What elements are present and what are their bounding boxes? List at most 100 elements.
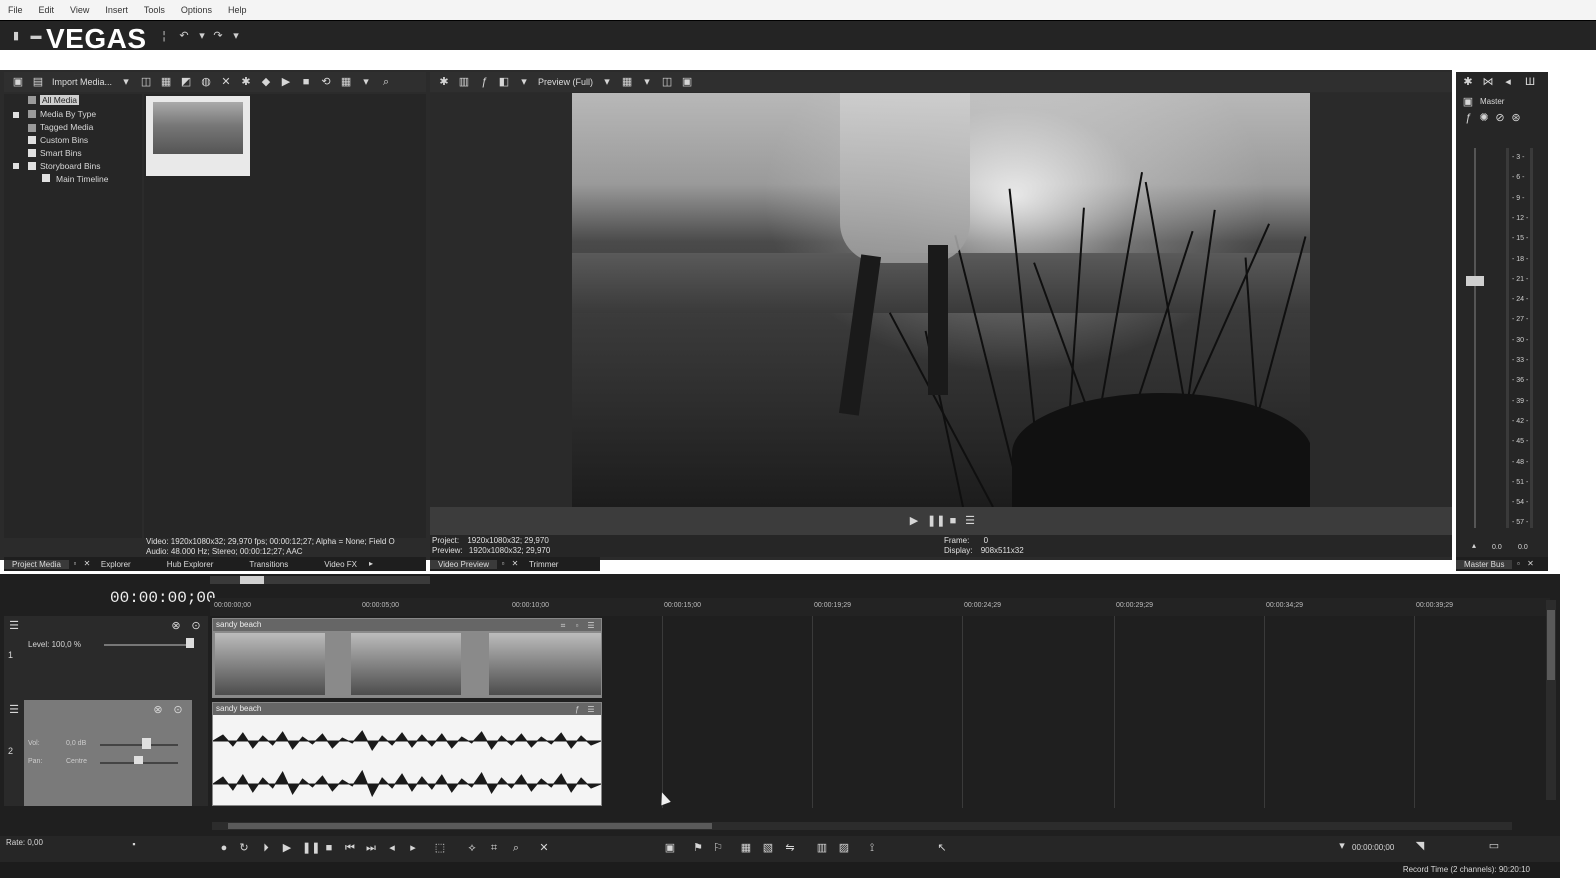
redo-dropdown-icon[interactable]: ▾ — [230, 30, 242, 42]
play-icon[interactable]: ▶ — [281, 842, 293, 854]
extract-audio-icon[interactable]: ◩ — [180, 76, 192, 88]
expand-toggle-icon[interactable] — [13, 112, 19, 118]
views-icon[interactable]: ▦ — [340, 76, 352, 88]
expand-toggle-icon[interactable] — [13, 163, 19, 169]
volume-slider-handle[interactable] — [142, 738, 151, 749]
menu-help[interactable]: Help — [228, 5, 247, 15]
overlays-dropdown-icon[interactable]: ▾ — [641, 76, 653, 88]
overlays-icon[interactable]: ▦ — [621, 76, 633, 88]
fx-icon[interactable]: ƒ — [571, 704, 583, 716]
speaker-icon[interactable]: ◂ — [1502, 76, 1514, 88]
split-screen-icon[interactable]: ◧ — [498, 76, 510, 88]
clip-menu-icon[interactable]: ☰ — [585, 704, 597, 716]
marker-icon[interactable]: ⚑ — [692, 842, 704, 854]
cursor-tool-icon[interactable]: ↖ — [936, 842, 948, 854]
close-icon[interactable]: ✕ — [509, 558, 521, 570]
save-snapshot-icon[interactable]: ▣ — [681, 76, 693, 88]
undo-icon[interactable]: ↶ — [178, 30, 190, 42]
level-slider-handle[interactable] — [186, 638, 194, 648]
media-view-icon[interactable]: ▣ — [12, 76, 24, 88]
preview-properties-icon[interactable]: ✱ — [438, 76, 450, 88]
properties-icon[interactable]: ✱ — [240, 76, 252, 88]
play-icon[interactable]: ▶ — [908, 515, 920, 527]
end-marker-icon[interactable]: ▾ — [1336, 840, 1348, 852]
web-icon[interactable]: ◍ — [200, 76, 212, 88]
stop-icon[interactable]: ■ — [323, 842, 335, 854]
new-file-icon[interactable]: ▮ — [10, 30, 22, 42]
delete-icon[interactable]: ✕ — [538, 842, 550, 854]
downmix-icon[interactable]: ⋈ — [1482, 76, 1494, 88]
video-clip[interactable]: sandy beach ⌗ ▫ ☰ — [212, 618, 602, 698]
loop-marker-icon[interactable]: ◥ — [1414, 840, 1426, 852]
redo-icon[interactable]: ↷ — [212, 30, 224, 42]
close-icon[interactable]: ✕ — [81, 558, 93, 570]
tree-item-smart-bins[interactable]: Smart Bins — [40, 148, 82, 158]
pan-slider-handle[interactable] — [134, 756, 143, 764]
lock-envelopes-icon[interactable]: ⟟ — [866, 842, 878, 854]
play-icon[interactable]: ▶ — [280, 76, 292, 88]
zoom-tool-icon[interactable]: ⌕ — [510, 842, 522, 854]
vertical-scrollbar-thumb[interactable] — [1547, 610, 1555, 680]
loop-icon[interactable]: ↻ — [238, 842, 250, 854]
tab-video-fx[interactable]: Video FX — [316, 560, 365, 569]
go-to-start-icon[interactable]: ⏮ — [344, 842, 356, 854]
solo-icon[interactable]: ⊛ — [1510, 112, 1522, 124]
menu-view[interactable]: View — [70, 5, 89, 15]
pause-icon[interactable]: ❚❚ — [302, 842, 320, 854]
menu-options[interactable]: Options — [181, 5, 212, 15]
vertical-scrollbar[interactable] — [1546, 600, 1556, 800]
go-to-end-icon[interactable]: ⏭ — [365, 842, 377, 854]
tabs-more-icon[interactable]: ▸ — [365, 558, 377, 570]
tab-project-media[interactable]: Project Media — [4, 559, 69, 569]
get-media-icon[interactable]: ▦ — [160, 76, 172, 88]
region-icon[interactable]: ⚐ — [712, 842, 724, 854]
track-menu-icon[interactable]: ☰ — [8, 704, 20, 716]
tab-hub-explorer[interactable]: Hub Explorer — [159, 560, 222, 569]
tab-video-preview[interactable]: Video Preview — [430, 559, 497, 569]
menu-insert[interactable]: Insert — [105, 5, 128, 15]
play-from-start-icon[interactable]: ⏵ — [260, 842, 272, 854]
preview-quality-select[interactable]: Preview (Full) — [538, 77, 593, 87]
mute-icon[interactable]: ⊗ — [152, 704, 164, 716]
timeline-ruler[interactable]: 00:00:00;00 00:00:05;00 00:00:10;00 00:0… — [210, 598, 1550, 616]
grouping-icon[interactable]: ▥ — [816, 842, 828, 854]
capture-icon[interactable]: ◫ — [140, 76, 152, 88]
auto-ripple-icon[interactable]: ▧ — [762, 842, 774, 854]
views-dropdown-icon[interactable]: ▾ — [360, 76, 372, 88]
timeline-scrollbar[interactable] — [212, 822, 1512, 830]
tree-item-tagged-media[interactable]: Tagged Media — [40, 122, 93, 132]
tree-item-storyboard-bins[interactable]: Storyboard Bins — [40, 161, 100, 171]
master-fader-handle[interactable] — [1466, 276, 1484, 286]
ignore-grouping-icon[interactable]: ▨ — [838, 842, 850, 854]
clip-menu-icon[interactable]: ☰ — [585, 620, 597, 632]
envelope-tool-icon[interactable]: ⟡ — [466, 842, 478, 854]
crossfade-icon[interactable]: ⇋ — [784, 842, 796, 854]
mute-icon[interactable]: ⊗ — [170, 620, 182, 632]
master-checkbox-icon[interactable]: ▣ — [1462, 96, 1474, 108]
mute-icon[interactable]: ⊘ — [1494, 112, 1506, 124]
tree-item-media-by-type[interactable]: Media By Type — [40, 109, 96, 119]
media-thumbnail[interactable] — [146, 96, 250, 176]
menu-icon[interactable]: ☰ — [964, 515, 976, 527]
split-dropdown-icon[interactable]: ▾ — [518, 76, 530, 88]
rate-slider-icon[interactable]: ▪ — [128, 838, 140, 850]
lock-icon[interactable]: ▴ — [1468, 540, 1480, 552]
selection-tool-icon[interactable]: ⌗ — [488, 842, 500, 854]
fx-icon[interactable]: ƒ — [1462, 112, 1474, 124]
undock-icon[interactable]: ▫ — [1512, 558, 1524, 570]
lock-icon[interactable]: ▣ — [664, 842, 676, 854]
timeline-overview-bar[interactable] — [210, 576, 430, 584]
record-icon[interactable]: ● — [218, 842, 230, 854]
fx-icon[interactable]: ◆ — [260, 76, 272, 88]
overview-viewport[interactable] — [240, 576, 264, 584]
autopreview-icon[interactable]: ⟲ — [320, 76, 332, 88]
tab-transitions[interactable]: Transitions — [241, 560, 296, 569]
tree-item-custom-bins[interactable]: Custom Bins — [40, 135, 88, 145]
tree-item-all-media[interactable]: All Media — [40, 95, 79, 105]
sun-icon[interactable]: ✺ — [1478, 112, 1490, 124]
gear-icon[interactable]: ✱ — [1462, 76, 1474, 88]
video-track-header[interactable]: ☰ 1 ⊗ ⊙ Level: 100,0 % — [4, 616, 208, 700]
fit-icon[interactable]: ▭ — [1488, 840, 1500, 852]
tab-trimmer[interactable]: Trimmer — [521, 560, 566, 569]
normal-edit-tool-icon[interactable]: ⬚ — [434, 842, 446, 854]
